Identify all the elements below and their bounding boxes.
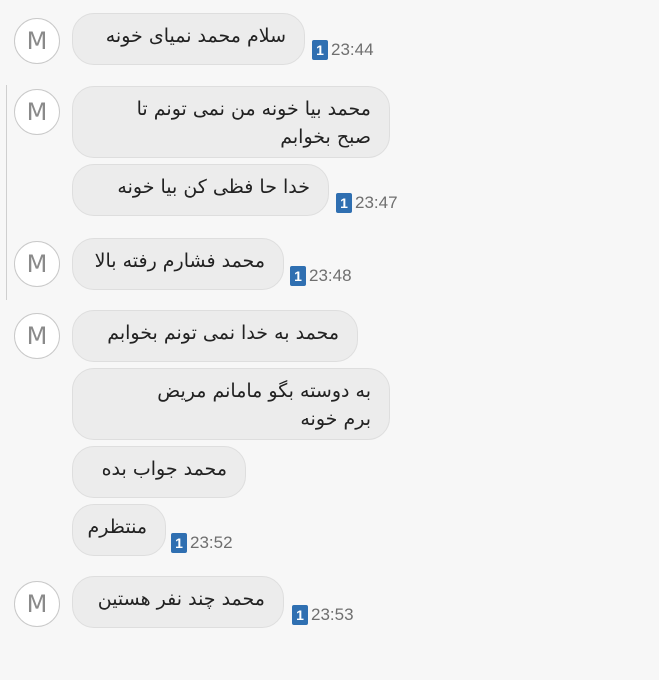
message-time: 23:48 <box>309 266 352 285</box>
message-time: 23:53 <box>311 605 354 624</box>
message-bubble[interactable]: محمد بیا خونه من نمی تونم تا صبح بخوابم <box>72 86 390 158</box>
message-bubble[interactable]: خدا حا فظی کن بیا خونه <box>72 164 329 216</box>
message-meta: 1 23:48 <box>290 266 352 286</box>
message-bubble[interactable]: سلام محمد نمیای خونه <box>72 13 305 65</box>
message-bubble[interactable]: محمد به خدا نمی تونم بخوابم <box>72 310 358 362</box>
sim-badge-icon: 1 <box>290 266 306 286</box>
sim-badge-icon: 1 <box>292 605 308 625</box>
message-meta: 1 23:52 <box>171 533 233 553</box>
message-bubble[interactable]: محمد چند نفر هستین <box>72 576 284 628</box>
message-meta: 1 23:47 <box>336 193 398 213</box>
sender-avatar[interactable]: M <box>14 581 60 627</box>
sim-badge-icon: 1 <box>171 533 187 553</box>
sim-badge-icon: 1 <box>336 193 352 213</box>
message-bubble[interactable]: محمد فشارم رفته بالا <box>72 238 284 290</box>
message-bubble[interactable]: محمد جواب بده <box>72 446 246 498</box>
message-time: 23:52 <box>190 533 233 552</box>
sender-avatar[interactable]: M <box>14 18 60 64</box>
sender-avatar[interactable]: M <box>14 89 60 135</box>
message-time: 23:44 <box>331 40 374 59</box>
message-bubble[interactable]: به دوسته بگو مامانم مریض برم خونه <box>72 368 390 440</box>
message-meta: 1 23:44 <box>312 40 374 60</box>
sender-avatar[interactable]: M <box>14 313 60 359</box>
message-meta: 1 23:53 <box>292 605 354 625</box>
thread-divider-line <box>6 85 7 300</box>
message-bubble[interactable]: منتظرم <box>72 504 166 556</box>
sender-avatar[interactable]: M <box>14 241 60 287</box>
message-time: 23:47 <box>355 193 398 212</box>
sim-badge-icon: 1 <box>312 40 328 60</box>
